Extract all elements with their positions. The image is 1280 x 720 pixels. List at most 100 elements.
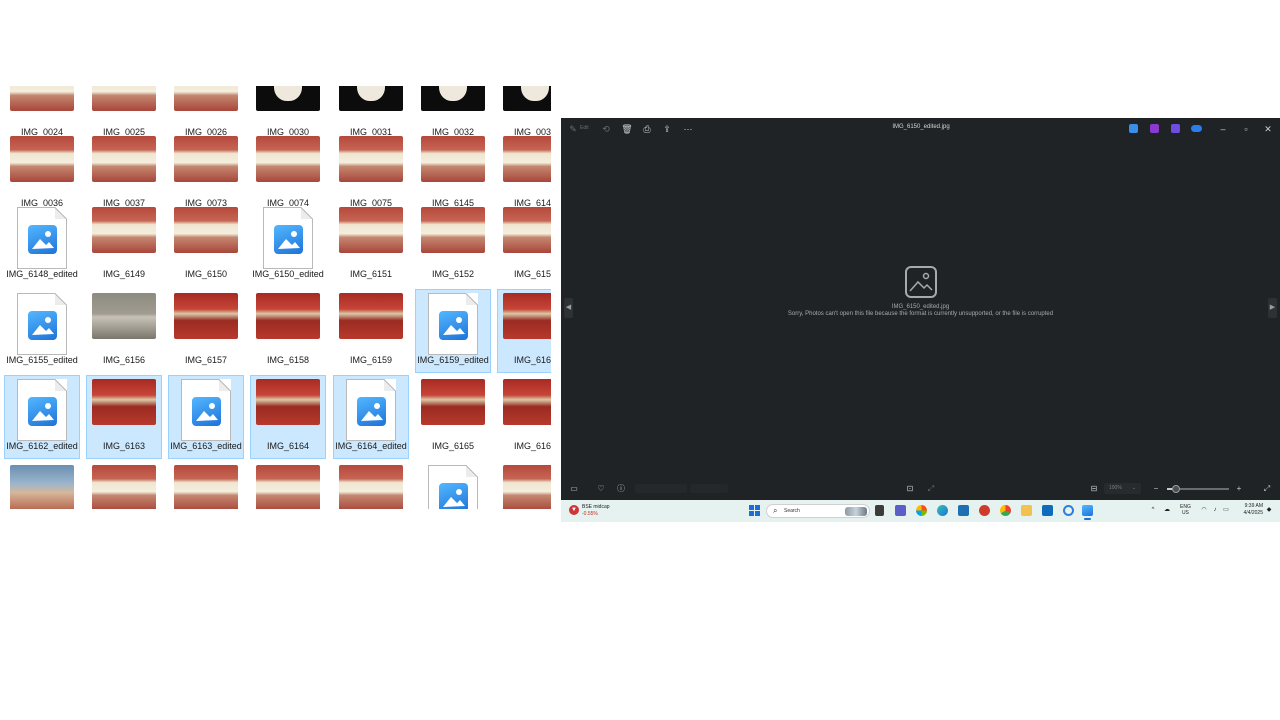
file-tile[interactable]: IMG_6159 [333,289,409,373]
task-view-icon[interactable] [875,505,884,516]
delete-icon[interactable]: 🗑 [621,123,633,135]
file-tile[interactable] [4,461,80,509]
image-thumbnail [339,293,403,339]
language-indicator[interactable]: ENG US [1180,504,1191,516]
file-tile[interactable]: IMG_6165 [415,375,491,459]
photos-editor-icon[interactable] [1129,124,1138,133]
file-tile[interactable]: IMG_6151 [333,203,409,287]
file-tile[interactable]: IMG_6150_edited [250,203,326,287]
file-tile[interactable] [415,461,491,509]
file-tile[interactable]: IMG_6156 [86,289,162,373]
copilot-icon[interactable] [916,505,927,516]
file-tile[interactable]: IMG_6163_edited [168,375,244,459]
zoom-level-value: 100% [1109,485,1122,491]
zoom-out-icon[interactable]: − [1151,484,1161,494]
file-tile[interactable]: IMG_6163 [86,375,162,459]
file-tile[interactable]: IMG_6153 [497,203,551,287]
error-message: Sorry, Photos can't open this file becau… [787,311,1054,317]
store-icon[interactable] [958,505,969,516]
clock-date: 4/4/2025 [1243,510,1263,516]
file-tile[interactable]: IMG_6148_edited [4,203,80,287]
show-hidden-icons-chevron-icon[interactable]: ^ [1149,506,1157,515]
file-row: IMG_6155_edited IMG_6156 IMG_6157 IMG_6158 I… [0,289,551,373]
file-tile[interactable]: IMG_6166 [497,375,551,459]
filmstrip-icon[interactable]: ▭ [569,484,579,494]
minimize-icon[interactable]: – [1217,123,1229,135]
designer-icon[interactable] [1171,124,1180,133]
wifi-icon[interactable]: ◠ [1200,506,1208,515]
file-tile[interactable]: IMG_6164 [250,375,326,459]
start-windows-icon[interactable] [749,505,761,517]
file-tile[interactable]: IMG_6162_edited [4,375,80,459]
clock-time: 9:39 AM [1244,503,1263,509]
file-tile[interactable]: IMG_6164_edited [333,375,409,459]
chrome-icon[interactable] [1000,505,1011,516]
edit-icon[interactable]: ✎ [567,123,579,135]
edit-label[interactable]: Edit [580,125,589,131]
image-thumbnail [503,86,551,111]
settings-icon[interactable] [1063,505,1074,516]
caption-field[interactable] [690,484,728,493]
file-tile[interactable]: IMG_6150 [168,203,244,287]
outlook-icon[interactable] [1042,505,1053,516]
office-icon[interactable] [979,505,990,516]
image-thumbnail [10,86,74,111]
compare-icon[interactable]: ⤢ [926,484,936,494]
fullscreen-icon[interactable]: ⤢ [1262,484,1272,494]
file-tile[interactable]: IMG_6158 [250,289,326,373]
next-image-arrow-icon[interactable]: ▶ [1268,298,1277,318]
file-tile[interactable]: IMG_6159_edited [415,289,491,373]
photos-viewer-window: ✎ Edit ⟲ 🗑 ⎙ ⇪ ⋯ IMG_6150_edited.jpg – ▫… [561,118,1280,500]
previous-image-arrow-icon[interactable]: ◀ [564,298,573,318]
stock-widget[interactable]: ▼ BSE midcap -0.55% [569,503,629,519]
zoom-slider-thumb[interactable] [1172,485,1181,493]
clipchamp-icon[interactable] [1150,124,1159,133]
file-tile[interactable]: IMG_6157 [168,289,244,373]
file-row: IMG_6148_edited IMG_6149 IMG_6150 IMG_6150_… [0,203,551,287]
file-tile[interactable] [497,461,551,509]
image-thumbnail [174,465,238,509]
photos-app-icon[interactable] [1082,505,1093,520]
file-tile[interactable]: IMG_6149 [86,203,162,287]
onedrive-tray-icon[interactable]: ☁ [1163,506,1171,515]
file-tile[interactable] [333,461,409,509]
maximize-icon[interactable]: ▫ [1240,123,1252,135]
teams-icon[interactable] [895,505,906,516]
file-tile[interactable] [250,461,326,509]
image-thumbnail [256,379,320,425]
clock[interactable]: 9:39 AM 4/4/2025 [1233,503,1263,517]
file-tile[interactable]: IMG_6152 [415,203,491,287]
file-tile[interactable]: IMG_6155_edited [4,289,80,373]
file-name-label: IMG_6159 [349,355,393,365]
more-options-icon[interactable]: ⋯ [682,123,694,135]
fit-view-icon[interactable]: ⊡ [905,484,915,494]
file-name-label: IMG_6159_edited [417,355,489,365]
people-tag-field[interactable] [635,484,687,493]
taskbar-search-box[interactable]: ⌕ Search [766,504,870,518]
file-tile[interactable]: IMG_6160 [497,289,551,373]
zoom-in-icon[interactable]: + [1234,484,1244,494]
rotate-icon[interactable]: ⟲ [600,123,612,135]
screenshot-composite: IMG_0024 IMG_0025 IMG_0026 IMG_0030 IMG_0031… [0,0,1280,720]
zoom-level-dropdown[interactable]: 100% ⌄ [1104,483,1141,494]
close-icon[interactable]: ✕ [1262,123,1274,135]
file-row [0,461,551,509]
file-tile[interactable] [168,461,244,509]
notifications-bell-icon[interactable]: ◆ [1265,506,1273,515]
file-name-label: IMG_6157 [184,355,228,365]
zoom-slider[interactable] [1167,485,1229,493]
battery-icon[interactable]: ▭ [1222,506,1230,515]
info-icon[interactable]: ⓘ [616,484,626,494]
file-explorer-icon[interactable] [1021,505,1032,516]
actual-size-icon[interactable]: ⊟ [1089,484,1099,494]
edge-icon[interactable] [937,505,948,516]
favorite-icon[interactable]: ♡ [596,484,606,494]
volume-icon[interactable]: ♪ [1211,506,1219,515]
file-tile[interactable] [86,461,162,509]
image-thumbnail [92,86,156,111]
onedrive-icon[interactable] [1191,125,1202,132]
print-icon[interactable]: ⎙ [641,123,653,135]
share-icon[interactable]: ⇪ [661,123,673,135]
image-thumbnail [256,293,320,339]
file-name-label: IMG_6160 [513,355,551,365]
